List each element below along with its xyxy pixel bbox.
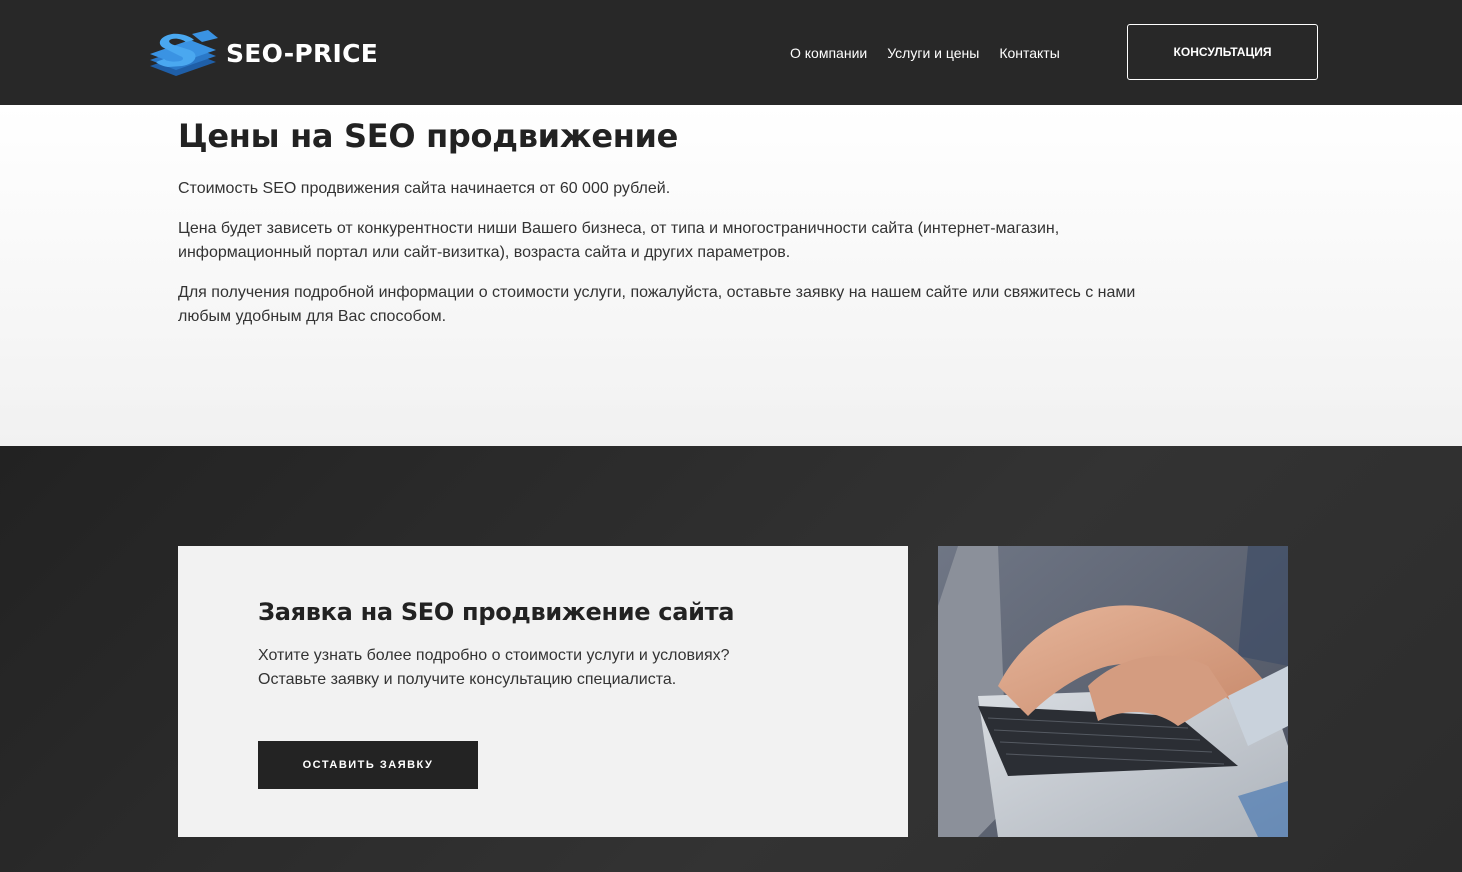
logo-s-icon: [150, 30, 218, 76]
page-title: Цены на SEO продвижение: [178, 117, 679, 155]
leave-request-button[interactable]: ОСТАВИТЬ ЗАЯВКУ: [258, 741, 478, 789]
laptop-typing-image: [938, 546, 1288, 837]
nav-item-services[interactable]: Услуги и цены: [887, 45, 979, 61]
price-paragraph-2-line-1: Цена будет зависеть от конкурентности ни…: [178, 220, 1060, 237]
nav-item-about[interactable]: О компании: [790, 45, 867, 61]
price-paragraph-2-line-2: информационный портал или сайт-визитка),…: [178, 244, 791, 261]
request-card: Заявка на SEO продвижение сайта Хотите у…: [178, 546, 908, 837]
price-paragraph-2: Цена будет зависеть от конкурентности ни…: [178, 217, 1278, 265]
request-title: Заявка на SEO продвижение сайта: [258, 598, 735, 626]
request-text-line-1: Хотите узнать более подробно о стоимости…: [258, 647, 730, 664]
prices-section: Цены на SEO продвижение Стоимость SEO пр…: [0, 105, 1462, 446]
nav-item-contacts[interactable]: Контакты: [999, 45, 1059, 61]
consultation-button[interactable]: КОНСУЛЬТАЦИЯ: [1127, 24, 1318, 80]
site-header: SEO-PRICE О компании Услуги и цены Конта…: [0, 0, 1462, 105]
request-text-line-2: Оставьте заявку и получите консультацию …: [258, 671, 677, 688]
price-paragraph-1-text: Стоимость SEO продвижения сайта начинает…: [178, 180, 671, 197]
price-paragraph-3: Для получения подробной информации о сто…: [178, 281, 1278, 329]
price-paragraph-1: Стоимость SEO продвижения сайта начинает…: [178, 177, 1278, 201]
price-paragraph-3-line-1: Для получения подробной информации о сто…: [178, 284, 1136, 301]
logo-text: SEO-PRICE: [226, 38, 379, 68]
request-section: Заявка на SEO продвижение сайта Хотите у…: [0, 446, 1462, 872]
main-nav: О компании Услуги и цены Контакты: [790, 45, 1060, 61]
logo[interactable]: SEO-PRICE: [146, 28, 378, 78]
price-paragraph-3-line-2: любым удобным для Вас способом.: [178, 308, 447, 325]
